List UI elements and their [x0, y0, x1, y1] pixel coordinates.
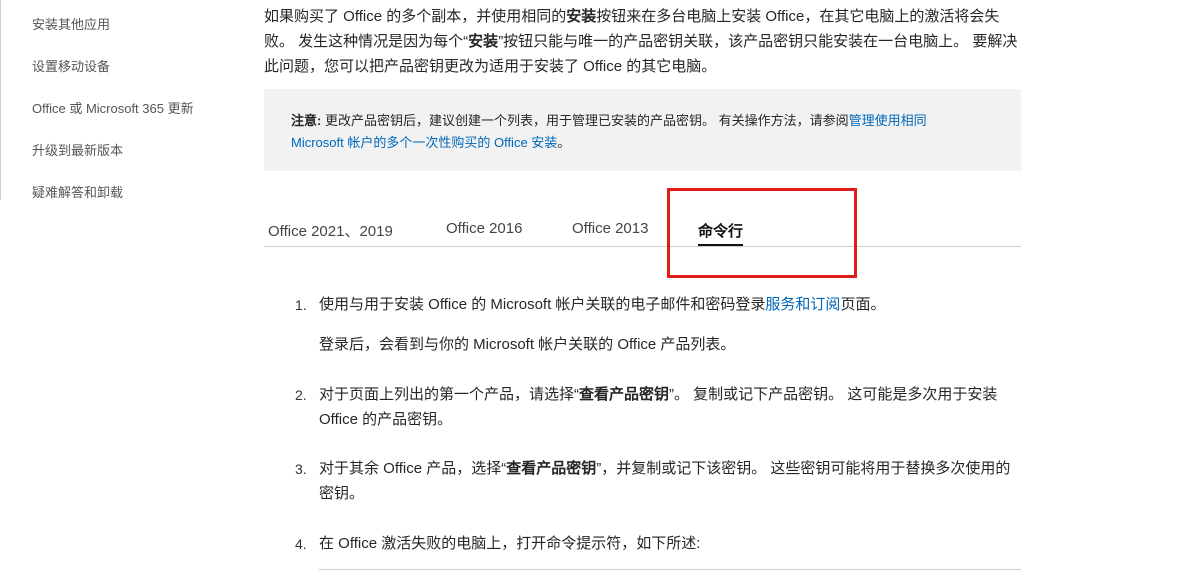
version-tabs: Office 2021、2019 Office 2016 Office 2013…	[264, 212, 1021, 247]
services-subscriptions-link[interactable]: 服务和订阅	[765, 296, 840, 313]
intro-bold-install-2: 安装	[468, 33, 499, 50]
step-3-pre: 对于其余 Office 产品，选择“	[319, 460, 507, 477]
tab-office-2013[interactable]: Office 2013	[572, 220, 648, 237]
step-number-1: 1.	[295, 297, 307, 313]
step-1-post: 页面。	[840, 296, 886, 313]
sidebar-item-office-updates[interactable]: Office 或 Microsoft 365 更新	[32, 98, 194, 117]
sidebar-nav: 安装其他应用 设置移动设备 Office 或 Microsoft 365 更新 …	[0, 0, 221, 200]
step-2-bold: 查看产品密钥	[579, 386, 670, 403]
sidebar-item-setup-mobile[interactable]: 设置移动设备	[32, 56, 110, 75]
tab-office-2016[interactable]: Office 2016	[446, 220, 522, 237]
highlight-annotation-box	[667, 188, 857, 278]
intro-bold-install-1: 安装	[566, 8, 597, 25]
bottom-divider	[319, 569, 1021, 570]
step-1-pre: 使用与用于安装 Office 的 Microsoft 帐户关联的电子邮件和密码登…	[319, 296, 766, 313]
step-3-bold: 查看产品密钥	[506, 460, 597, 477]
note-body: 更改产品密钥后，建议创建一个列表，用于管理已安装的产品密钥。 有关操作方法，请参…	[321, 113, 849, 128]
step-1-subtext: 登录后，会看到与你的 Microsoft 帐户关联的 Office 产品列表。	[319, 336, 736, 353]
step-2-text: 对于页面上列出的第一个产品，请选择“查看产品密钥”。 复制或记下产品密钥。 这可…	[319, 382, 1019, 432]
tab-office-2021-2019[interactable]: Office 2021、2019	[268, 220, 393, 241]
step-3-text: 对于其余 Office 产品，选择“查看产品密钥”，并复制或记下该密钥。 这些密…	[319, 456, 1019, 506]
note-label: 注意:	[291, 113, 322, 128]
intro-text-1: 如果购买了 Office 的多个副本，并使用相同的	[264, 8, 567, 25]
sidebar-item-troubleshoot[interactable]: 疑难解答和卸载	[32, 182, 123, 201]
step-1-text: 使用与用于安装 Office 的 Microsoft 帐户关联的电子邮件和密码登…	[319, 292, 1019, 317]
step-number-4: 4.	[295, 536, 307, 552]
sidebar-item-upgrade[interactable]: 升级到最新版本	[32, 140, 123, 159]
step-2-pre: 对于页面上列出的第一个产品，请选择“	[319, 386, 579, 403]
note-box: 注意: 更改产品密钥后，建议创建一个列表，用于管理已安装的产品密钥。 有关操作方…	[264, 89, 1021, 171]
step-number-2: 2.	[295, 387, 307, 403]
sidebar-item-install-other-apps[interactable]: 安装其他应用	[32, 14, 110, 33]
intro-paragraph: 如果购买了 Office 的多个副本，并使用相同的安装按钮来在多台电脑上安装 O…	[264, 4, 1024, 79]
note-tail: 。	[557, 135, 571, 150]
step-number-3: 3.	[295, 461, 307, 477]
step-4-text: 在 Office 激活失败的电脑上，打开命令提示符，如下所述:	[319, 535, 701, 552]
note-text: 注意: 更改产品密钥后，建议创建一个列表，用于管理已安装的产品密钥。 有关操作方…	[291, 110, 981, 154]
